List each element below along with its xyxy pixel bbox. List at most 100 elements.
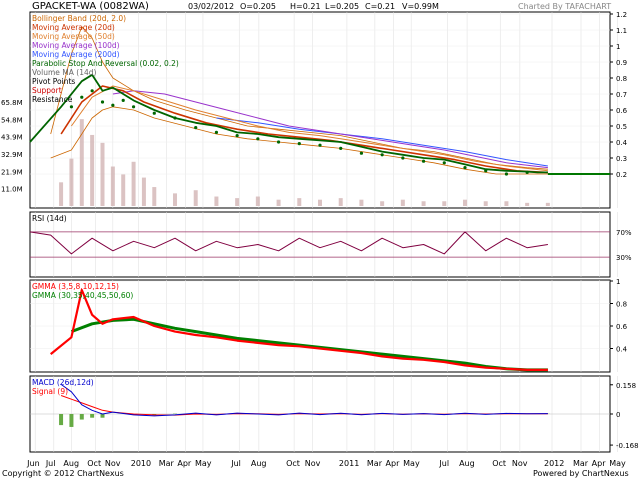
stock-chart-svg: GPACKET-WA (0082WA) 03/02/2012 O=0.205 H…: [1, 1, 639, 478]
sar-dot: [80, 95, 84, 99]
price-legend-entry: Support: [32, 86, 62, 95]
sar-dot: [401, 156, 405, 160]
macd-histogram-bar: [90, 414, 95, 418]
x-tick-label: Apr: [386, 459, 401, 468]
rsi-line: [29, 231, 548, 255]
x-tick-label: 2012: [544, 459, 564, 468]
volume-bar: [173, 193, 177, 206]
x-tick-label: May: [195, 459, 212, 468]
header-charted-by: Charted By TAFACHART: [518, 2, 611, 11]
macd-y-label: 0.158: [616, 382, 636, 390]
header-low: L=0.205: [325, 2, 359, 11]
macd-histogram-bar: [59, 414, 64, 426]
price-legend-entry: Parabolic Stop And Reversal (0.02, 0.2): [32, 59, 179, 68]
price-y-label: 0.5: [616, 123, 627, 131]
macd-signal-line: [60, 395, 548, 416]
price-y-label: 0.3: [616, 155, 627, 163]
price-y-label: 0.7: [616, 91, 627, 99]
series-layer: [29, 26, 610, 417]
price-y-label: 0.4: [616, 139, 628, 147]
macd-histogram-bar: [79, 414, 84, 420]
x-tick-label: Mar: [367, 459, 383, 468]
sar-dot: [380, 153, 384, 157]
sar-dot: [525, 170, 529, 174]
volume-tick-label: 54.8M: [1, 116, 23, 124]
price-legend-entry: Moving Average (20d): [32, 23, 115, 32]
ma20-line: [60, 85, 548, 174]
macd-legend-entry: Signal (9): [32, 387, 68, 396]
price-legend-entry: Moving Average (100d): [32, 41, 120, 50]
sar-dot: [484, 169, 488, 173]
sar-dot: [121, 98, 125, 102]
volume-bar: [525, 202, 530, 206]
gmma-legend-entry: GMMA (30,35,40,45,50,60): [32, 291, 133, 300]
volume-bar: [421, 201, 426, 206]
x-tick-label: Aug: [251, 459, 267, 468]
volume-tick-label: 21.9M: [1, 168, 23, 176]
sar-dot: [504, 172, 509, 176]
sar-dot: [297, 142, 301, 146]
price-y-label: 0.2: [616, 171, 627, 179]
x-tick-label: May: [403, 459, 420, 468]
volume-bar: [255, 196, 260, 206]
volume-bar: [380, 201, 385, 206]
x-tick-label: Nov: [305, 459, 321, 468]
volume-bar: [235, 198, 240, 206]
x-tick-label: Mar: [573, 459, 589, 468]
volume-bar: [193, 190, 198, 206]
volume-bar: [297, 198, 302, 206]
sar-dot: [318, 143, 322, 147]
x-tick-label: Jul: [230, 459, 241, 468]
sar-dot: [442, 161, 446, 165]
macd-histogram-bar: [100, 414, 105, 418]
price-legend-entry: Bollinger Band (20d, 2.0): [32, 14, 126, 23]
header-high: H=0.21: [290, 2, 321, 11]
macd-y-label: 0: [616, 411, 620, 419]
sar-dot: [339, 146, 343, 150]
volume-bar: [338, 198, 343, 206]
volume-bar: [359, 199, 364, 206]
footer-powered-by: Powered by ChartNexus: [533, 469, 629, 478]
footer-copyright: Copyright © 2012 ChartNexus: [2, 469, 124, 478]
volume-bar: [442, 201, 447, 206]
volume-bar: [110, 166, 115, 206]
x-tick-label: May: [609, 459, 626, 468]
price-legend-entry: Moving Average (200d): [32, 50, 120, 59]
x-tick-label: Apr: [177, 459, 192, 468]
gmma-y-label: 0.6: [616, 323, 628, 331]
sar-dot: [421, 159, 426, 163]
volume-tick-label: 32.9M: [1, 151, 23, 159]
volume-bar: [214, 196, 219, 206]
price-legend-entry: Resistance: [32, 95, 73, 104]
x-tick-label: Oct: [492, 459, 506, 468]
volume-tick-label: 43.9M: [1, 134, 23, 142]
x-tick-label: Mar: [159, 459, 175, 468]
sar-dot: [214, 130, 219, 134]
sar-dot: [194, 126, 198, 130]
price-y-label: 0.9: [616, 59, 627, 67]
price-y-label: 0.6: [616, 107, 628, 115]
rsi-panel-frame: [29, 211, 611, 278]
rsi-y-label: 70%: [616, 229, 632, 237]
volume-tick-label: 11.0M: [1, 186, 23, 194]
price-y-label: 0.8: [616, 75, 627, 83]
price-legend-entry: Pivot Points: [32, 77, 75, 86]
macd-histogram-bar: [69, 414, 74, 427]
x-tick-label: Apr: [592, 459, 607, 468]
gmma-short-line: [50, 288, 548, 371]
sar-dot: [276, 140, 281, 144]
volume-bar: [59, 182, 64, 206]
sar-dot: [173, 116, 177, 120]
x-tick-label: Oct: [286, 459, 300, 468]
rsi-legend-entry: RSI (14d): [32, 214, 67, 223]
sar-dot: [235, 134, 239, 138]
sar-dot: [90, 89, 94, 93]
volume-bar: [131, 161, 136, 206]
grid-layer: [30, 12, 618, 452]
volume-bar: [121, 174, 126, 206]
label-layer: 0.2 0.3 0.4 0.5 0.6 0.7 0.8 0.9 1 1.1 1.2 65.8M 54.8…: [1, 11, 639, 450]
price-y-label: 1.1: [616, 27, 627, 35]
x-tick-label: Aug: [63, 459, 79, 468]
x-tick-label: Jul: [438, 459, 449, 468]
gmma-y-label: 0.4: [616, 346, 628, 354]
